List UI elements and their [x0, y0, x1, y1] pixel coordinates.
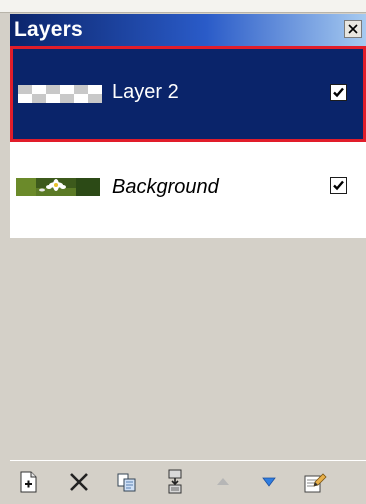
layer-row-layer-2[interactable]: Layer 2 — [10, 46, 366, 142]
layer-thumbnail-transparent — [18, 85, 102, 103]
move-layer-up-icon — [217, 478, 229, 485]
add-layer-icon — [20, 471, 37, 493]
layer-name: Layer 2 — [112, 81, 179, 103]
move-layer-up-button[interactable] — [208, 467, 238, 497]
layers-list: Layer 2 Background — [10, 46, 366, 458]
layer-thumbnail-photo — [16, 178, 100, 196]
panel-top-edge — [0, 0, 366, 13]
move-layer-down-button[interactable] — [254, 467, 284, 497]
layers-toolbar — [10, 460, 366, 504]
layers-titlebar[interactable]: Layers — [10, 14, 366, 46]
checkmark-icon — [333, 87, 344, 98]
layer-name: Background — [112, 176, 219, 198]
duplicate-layer-button[interactable] — [112, 467, 142, 497]
merge-layer-down-icon — [168, 469, 182, 494]
duplicate-layer-icon — [117, 473, 136, 492]
layer-row-background[interactable]: Background — [10, 142, 366, 238]
merge-layer-down-button[interactable] — [160, 467, 190, 497]
close-icon — [348, 24, 358, 34]
close-button[interactable] — [344, 20, 362, 38]
layers-panel: Layers Layer 2 Background — [0, 0, 366, 504]
panel-title: Layers — [14, 18, 83, 41]
layer-visibility-checkbox[interactable] — [330, 177, 347, 194]
delete-layer-icon — [70, 473, 88, 491]
layer-visibility-checkbox[interactable] — [330, 84, 347, 101]
layer-properties-icon — [304, 473, 327, 493]
add-layer-button[interactable] — [14, 467, 44, 497]
move-layer-down-icon — [262, 477, 276, 487]
delete-layer-button[interactable] — [64, 467, 94, 497]
layer-properties-button[interactable] — [300, 467, 330, 497]
checkmark-icon — [333, 180, 344, 191]
